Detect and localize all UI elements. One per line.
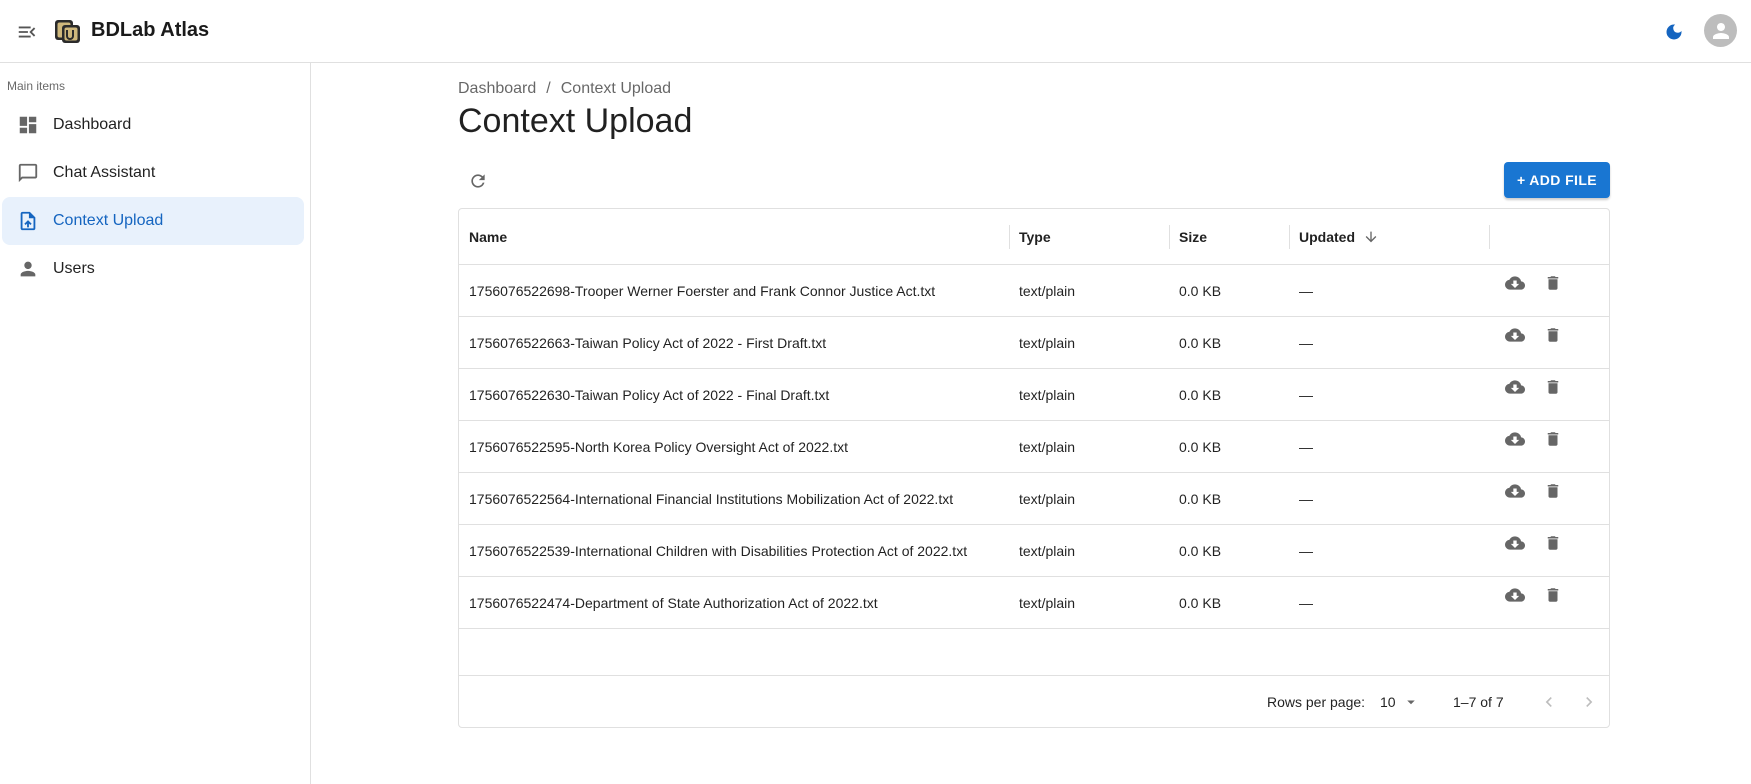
column-header-type[interactable]: Type bbox=[1009, 209, 1169, 265]
download-icon[interactable] bbox=[1503, 583, 1527, 607]
file-updated-cell: — bbox=[1299, 335, 1313, 351]
column-header-label: Updated bbox=[1299, 229, 1355, 245]
file-updated-cell: — bbox=[1299, 491, 1313, 507]
file-name-cell: 1756076522474-Department of State Author… bbox=[469, 595, 878, 611]
rows-per-page-value: 10 bbox=[1380, 694, 1396, 710]
upload-file-icon bbox=[16, 209, 40, 233]
file-updated-cell: — bbox=[1299, 543, 1313, 559]
rows-per-page-label: Rows per page: bbox=[1267, 694, 1366, 710]
download-icon[interactable] bbox=[1503, 375, 1527, 399]
delete-icon[interactable] bbox=[1541, 531, 1565, 555]
file-size-cell: 0.0 KB bbox=[1179, 595, 1222, 611]
chevron-right-icon bbox=[1586, 697, 1593, 707]
download-icon[interactable] bbox=[1503, 479, 1527, 503]
table-row[interactable]: 1756076522474-Department of State Author… bbox=[459, 577, 1609, 629]
breadcrumb: Dashboard / Context Upload bbox=[458, 80, 671, 98]
chevron-left-icon bbox=[1545, 697, 1552, 707]
column-header-size[interactable]: Size bbox=[1169, 209, 1289, 265]
table-header: Name Type Size Updated bbox=[459, 209, 1609, 265]
sidebar-item-label: Users bbox=[53, 260, 95, 277]
delete-icon[interactable] bbox=[1541, 427, 1565, 451]
sidebar-item-users[interactable]: Users bbox=[0, 245, 302, 293]
column-header-label: Name bbox=[469, 229, 508, 245]
column-header-name[interactable]: Name bbox=[459, 209, 1009, 265]
delete-icon[interactable] bbox=[1541, 583, 1565, 607]
file-name-cell: 1756076522564-International Financial In… bbox=[469, 491, 954, 507]
file-name-cell: 1756076522698-Trooper Werner Foerster an… bbox=[469, 283, 936, 299]
next-page-button[interactable] bbox=[1575, 688, 1603, 716]
person-icon bbox=[1712, 22, 1729, 39]
file-type-cell: text/plain bbox=[1019, 387, 1076, 403]
sidebar-item-chat-assistant[interactable]: Chat Assistant bbox=[0, 149, 302, 197]
file-updated-cell: — bbox=[1299, 387, 1313, 403]
table-row[interactable]: 1756076522539-International Children wit… bbox=[459, 525, 1609, 577]
sidebar-item-label: Dashboard bbox=[53, 116, 132, 133]
sort-descending-icon[interactable] bbox=[1363, 229, 1379, 245]
table-row[interactable]: 1756076522595-North Korea Policy Oversig… bbox=[459, 421, 1609, 473]
refresh-icon[interactable] bbox=[464, 167, 492, 195]
file-size-cell: 0.0 KB bbox=[1179, 283, 1222, 299]
previous-page-button[interactable] bbox=[1535, 688, 1563, 716]
column-header-label: Size bbox=[1179, 229, 1208, 245]
table-row[interactable]: 1756076522630-Taiwan Policy Act of 2022 … bbox=[459, 369, 1609, 421]
sidebar-header: Main items bbox=[7, 79, 66, 93]
file-name-cell: 1756076522595-North Korea Policy Oversig… bbox=[469, 439, 849, 455]
file-name-cell: 1756076522663-Taiwan Policy Act of 2022 … bbox=[469, 335, 827, 351]
app-title: BDLab Atlas bbox=[91, 19, 210, 41]
file-size-cell: 0.0 KB bbox=[1179, 543, 1222, 559]
app-bar: BDLab Atlas bbox=[0, 0, 1751, 63]
sidebar-item-label: Chat Assistant bbox=[53, 164, 156, 181]
file-type-cell: text/plain bbox=[1019, 335, 1076, 351]
file-size-cell: 0.0 KB bbox=[1179, 491, 1222, 507]
table-row[interactable]: 1756076522564-International Financial In… bbox=[459, 473, 1609, 525]
download-icon[interactable] bbox=[1503, 271, 1527, 295]
cu-logo-icon bbox=[54, 17, 82, 45]
person-icon bbox=[16, 257, 40, 281]
caret-down-icon bbox=[1406, 700, 1415, 705]
delete-icon[interactable] bbox=[1541, 479, 1565, 503]
file-type-cell: text/plain bbox=[1019, 283, 1076, 299]
files-table: Name Type Size Updated 1756076522698-Tro… bbox=[458, 208, 1610, 728]
file-name-cell: 1756076522630-Taiwan Policy Act of 2022 … bbox=[469, 387, 830, 403]
sidebar-item-label: Context Upload bbox=[53, 212, 164, 229]
menu-collapse-icon[interactable] bbox=[12, 17, 42, 47]
file-name-cell: 1756076522539-International Children wit… bbox=[469, 543, 968, 559]
breadcrumb-dashboard-link[interactable]: Dashboard bbox=[458, 80, 536, 98]
column-header-updated[interactable]: Updated bbox=[1289, 209, 1489, 265]
file-updated-cell: — bbox=[1299, 439, 1313, 455]
download-icon[interactable] bbox=[1503, 323, 1527, 347]
column-separator[interactable] bbox=[1489, 225, 1490, 249]
delete-icon[interactable] bbox=[1541, 323, 1565, 347]
account-avatar[interactable] bbox=[1704, 14, 1737, 47]
file-size-cell: 0.0 KB bbox=[1179, 335, 1222, 351]
dashboard-icon bbox=[16, 113, 40, 137]
dark-mode-icon[interactable] bbox=[1659, 17, 1689, 47]
table-row[interactable]: 1756076522698-Trooper Werner Foerster an… bbox=[459, 265, 1609, 317]
column-header-label: Type bbox=[1019, 229, 1051, 245]
sidebar-item-dashboard[interactable]: Dashboard bbox=[0, 101, 302, 149]
file-updated-cell: — bbox=[1299, 595, 1313, 611]
chat-icon bbox=[16, 161, 40, 185]
file-updated-cell: — bbox=[1299, 283, 1313, 299]
rows-per-page-select[interactable]: 10 bbox=[1380, 689, 1420, 715]
sidebar: Main items Dashboard Chat Assistant Cont… bbox=[0, 63, 311, 784]
download-icon[interactable] bbox=[1503, 531, 1527, 555]
breadcrumb-separator: / bbox=[546, 80, 551, 97]
add-file-button[interactable]: + ADD FILE bbox=[1504, 162, 1610, 198]
file-size-cell: 0.0 KB bbox=[1179, 387, 1222, 403]
delete-icon[interactable] bbox=[1541, 375, 1565, 399]
pagination-range: 1–7 of 7 bbox=[1453, 694, 1504, 710]
table-row[interactable]: 1756076522663-Taiwan Policy Act of 2022 … bbox=[459, 317, 1609, 369]
file-type-cell: text/plain bbox=[1019, 491, 1076, 507]
file-size-cell: 0.0 KB bbox=[1179, 439, 1222, 455]
delete-icon[interactable] bbox=[1541, 271, 1565, 295]
table-footer: Rows per page: 10 1–7 of 7 bbox=[459, 675, 1609, 727]
file-type-cell: text/plain bbox=[1019, 439, 1076, 455]
file-type-cell: text/plain bbox=[1019, 595, 1076, 611]
file-type-cell: text/plain bbox=[1019, 543, 1076, 559]
page-title: Context Upload bbox=[458, 102, 693, 140]
breadcrumb-current: Context Upload bbox=[560, 80, 672, 97]
download-icon[interactable] bbox=[1503, 427, 1527, 451]
sidebar-item-context-upload[interactable]: Context Upload bbox=[2, 197, 304, 245]
